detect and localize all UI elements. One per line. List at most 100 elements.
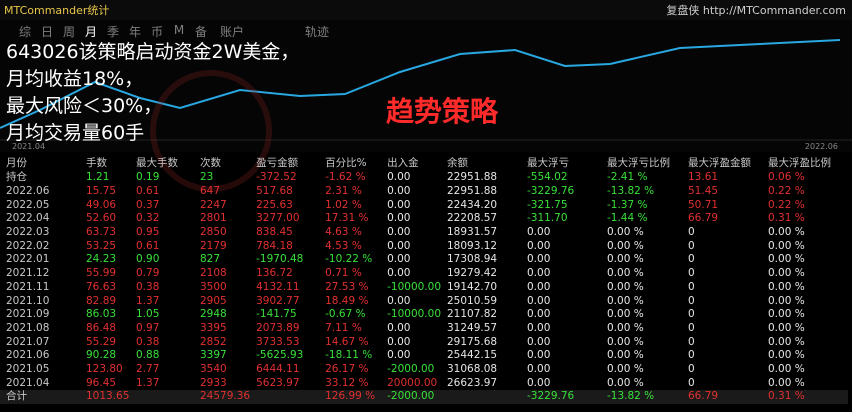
table-cell: 0 <box>688 335 695 348</box>
table-row[interactable]: 2021.04 96.45 1.37 2933 5623.97 33.12 % 20000.… <box>0 376 848 390</box>
tab-0[interactable]: 综 <box>14 23 36 40</box>
table-cell: 784.18 <box>256 239 293 252</box>
table-cell: 0.22 % <box>768 185 805 198</box>
table-cell: 0.00 <box>387 198 411 211</box>
column-header[interactable]: 手数 <box>80 156 130 171</box>
table-cell: 647 <box>200 185 221 198</box>
table-cell: -554.02 <box>527 171 568 184</box>
column-header[interactable]: 出入金 <box>381 156 441 171</box>
tab-7[interactable]: M <box>168 23 190 40</box>
table-cell: 0 <box>688 349 695 362</box>
table-cell: 1.02 % <box>325 198 362 211</box>
table-cell: 0.61 <box>136 185 160 198</box>
table-cell: 0.22 % <box>768 198 805 211</box>
table-row[interactable]: 2022.04 52.60 0.32 2801 3277.00 17.31 % 0.00 22… <box>0 212 848 226</box>
table-row[interactable]: 2021.11 76.63 0.38 3500 4132.11 27.53 % -10000… <box>0 281 848 295</box>
table-cell: 90.28 <box>86 349 117 362</box>
table-cell <box>250 390 319 404</box>
table-cell: 55.29 <box>86 335 117 348</box>
table-cell: 0.00 <box>387 185 411 198</box>
table-row[interactable]: 2021.10 82.89 1.37 2905 3902.77 18.49 % 0.00 25… <box>0 294 848 308</box>
table-cell: 2073.89 <box>256 321 300 334</box>
table-cell: 0.38 <box>136 280 160 293</box>
table-row[interactable]: 2022.02 53.25 0.61 2179 784.18 4.53 % 0.00 1809… <box>0 239 848 253</box>
table-cell: 20000.00 <box>387 376 438 389</box>
table-cell: 0.00 % <box>607 226 644 239</box>
table-cell: 0.00 % <box>768 362 805 375</box>
tab-3[interactable]: 月 <box>80 23 102 40</box>
table-cell: -372.52 <box>256 171 297 184</box>
period-tabs: 综日周月季年币 M 备账户 <box>14 23 252 40</box>
table-row[interactable]: 2021.05 123.80 2.77 3540 6444.11 26.17 % -2000… <box>0 363 848 377</box>
table-cell: 2801 <box>200 212 227 225</box>
table-row[interactable]: 2021.06 90.28 0.88 3397 -5625.93 -18.11 % 0.00… <box>0 349 848 363</box>
table-row[interactable]: 2021.12 55.99 0.79 2108 136.72 0.71 % 0.00 1927… <box>0 267 848 281</box>
table-cell: 0.00 % <box>768 280 805 293</box>
table-cell: 1.37 <box>136 376 160 389</box>
column-header[interactable]: 最大浮亏比例 <box>601 156 682 171</box>
column-header[interactable]: 次数 <box>194 156 250 171</box>
tab-8[interactable]: 备 <box>190 23 212 40</box>
tab-4[interactable]: 季 <box>102 23 124 40</box>
table-cell: 1.05 <box>136 308 160 321</box>
website-link[interactable]: 复盘侠 http://MTCommander.com <box>666 2 846 18</box>
table-cell: -1.37 % <box>607 198 648 211</box>
table-cell: 18.49 % <box>325 294 369 307</box>
tab-2[interactable]: 周 <box>58 23 80 40</box>
table-cell: -1.62 % <box>325 171 366 184</box>
table-cell: 19142.70 <box>447 280 498 293</box>
chart-end-date: 2022.06 <box>804 142 838 151</box>
table-cell: 0 <box>688 321 695 334</box>
table-cell: 26.17 % <box>325 362 369 375</box>
table-cell: 0.00 % <box>607 308 644 321</box>
table-row[interactable]: 2022.01 24.23 0.90 827 -1970.48 -10.22 % 0.00 1… <box>0 253 848 267</box>
column-header[interactable]: 最大浮盈比例 <box>762 156 848 171</box>
table-cell: 2022.03 <box>6 226 50 239</box>
table-cell: 0.00 <box>387 267 411 280</box>
column-header[interactable]: 月份 <box>0 156 80 171</box>
table-row[interactable]: 2021.07 55.29 0.38 2852 3733.53 14.67 % 0.00 29… <box>0 335 848 349</box>
table-cell: 22208.57 <box>447 212 498 225</box>
table-cell: 2905 <box>200 294 227 307</box>
table-cell: 49.06 <box>86 198 117 211</box>
table-row[interactable]: 2022.05 49.06 0.37 2247 225.63 1.02 % 0.00 2243… <box>0 198 848 212</box>
table-cell: 0.79 <box>136 267 160 280</box>
tab-6[interactable]: 币 <box>146 23 168 40</box>
table-cell: 0.00 % <box>768 253 805 266</box>
table-cell: 17.31 % <box>325 212 369 225</box>
table-cell: 3500 <box>200 280 227 293</box>
column-header[interactable]: 最大浮亏 <box>521 156 601 171</box>
column-header[interactable]: 盈亏金额 <box>250 156 319 171</box>
table-cell: 31068.08 <box>447 362 498 375</box>
table-row[interactable]: 2022.06 15.75 0.61 647 517.68 2.31 % 0.00 22951… <box>0 185 848 199</box>
table-row[interactable]: 持仓 1.21 0.19 23 -372.52 -1.62 % 0.00 22951.88 -5… <box>0 171 848 185</box>
table-row[interactable]: 2021.08 86.48 0.97 3395 2073.89 7.11 % 0.00 312… <box>0 322 848 336</box>
table-cell: 2021.12 <box>6 267 50 280</box>
tab-9[interactable]: 账户 <box>212 23 252 40</box>
total-row[interactable]: 合计 1013.65 24579.36 126.99 % -2000.00 -3229.7… <box>0 390 848 404</box>
table-row[interactable]: 2021.09 86.03 1.05 2948 -141.75 -0.67 % -10000… <box>0 308 848 322</box>
strategy-description: 643026该策略启动资金2W美金， 月均收益18%， 最大风险＜30%， 月均… <box>6 39 299 147</box>
table-cell: 2247 <box>200 198 227 211</box>
table-cell: 14.67 % <box>325 335 369 348</box>
table-cell: 0.00 % <box>607 376 644 389</box>
column-header[interactable]: 最大浮盈金额 <box>682 156 762 171</box>
table-cell: 66.79 <box>688 390 719 403</box>
table-cell: 0.00 <box>527 308 551 321</box>
table-cell: 0.95 <box>136 226 160 239</box>
table-cell: 合计 <box>6 390 27 403</box>
tab-1[interactable]: 日 <box>36 23 58 40</box>
column-header[interactable]: 余额 <box>441 156 521 171</box>
table-cell: 0.61 <box>136 239 160 252</box>
tab-5[interactable]: 年 <box>124 23 146 40</box>
table-cell: 1.37 <box>136 294 160 307</box>
table-cell: 0 <box>688 226 695 239</box>
column-header[interactable]: 百分比% <box>319 156 381 171</box>
table-row[interactable]: 2022.03 63.73 0.95 2850 838.45 4.63 % 0.00 1893… <box>0 226 848 240</box>
table-cell: 24.23 <box>86 253 117 266</box>
table-cell: 0.00 <box>527 376 551 389</box>
column-header[interactable]: 最大手数 <box>130 156 194 171</box>
table-cell: 1.21 <box>86 171 110 184</box>
table-cell: -10000.00 <box>387 308 441 321</box>
table-cell: 86.03 <box>86 308 117 321</box>
